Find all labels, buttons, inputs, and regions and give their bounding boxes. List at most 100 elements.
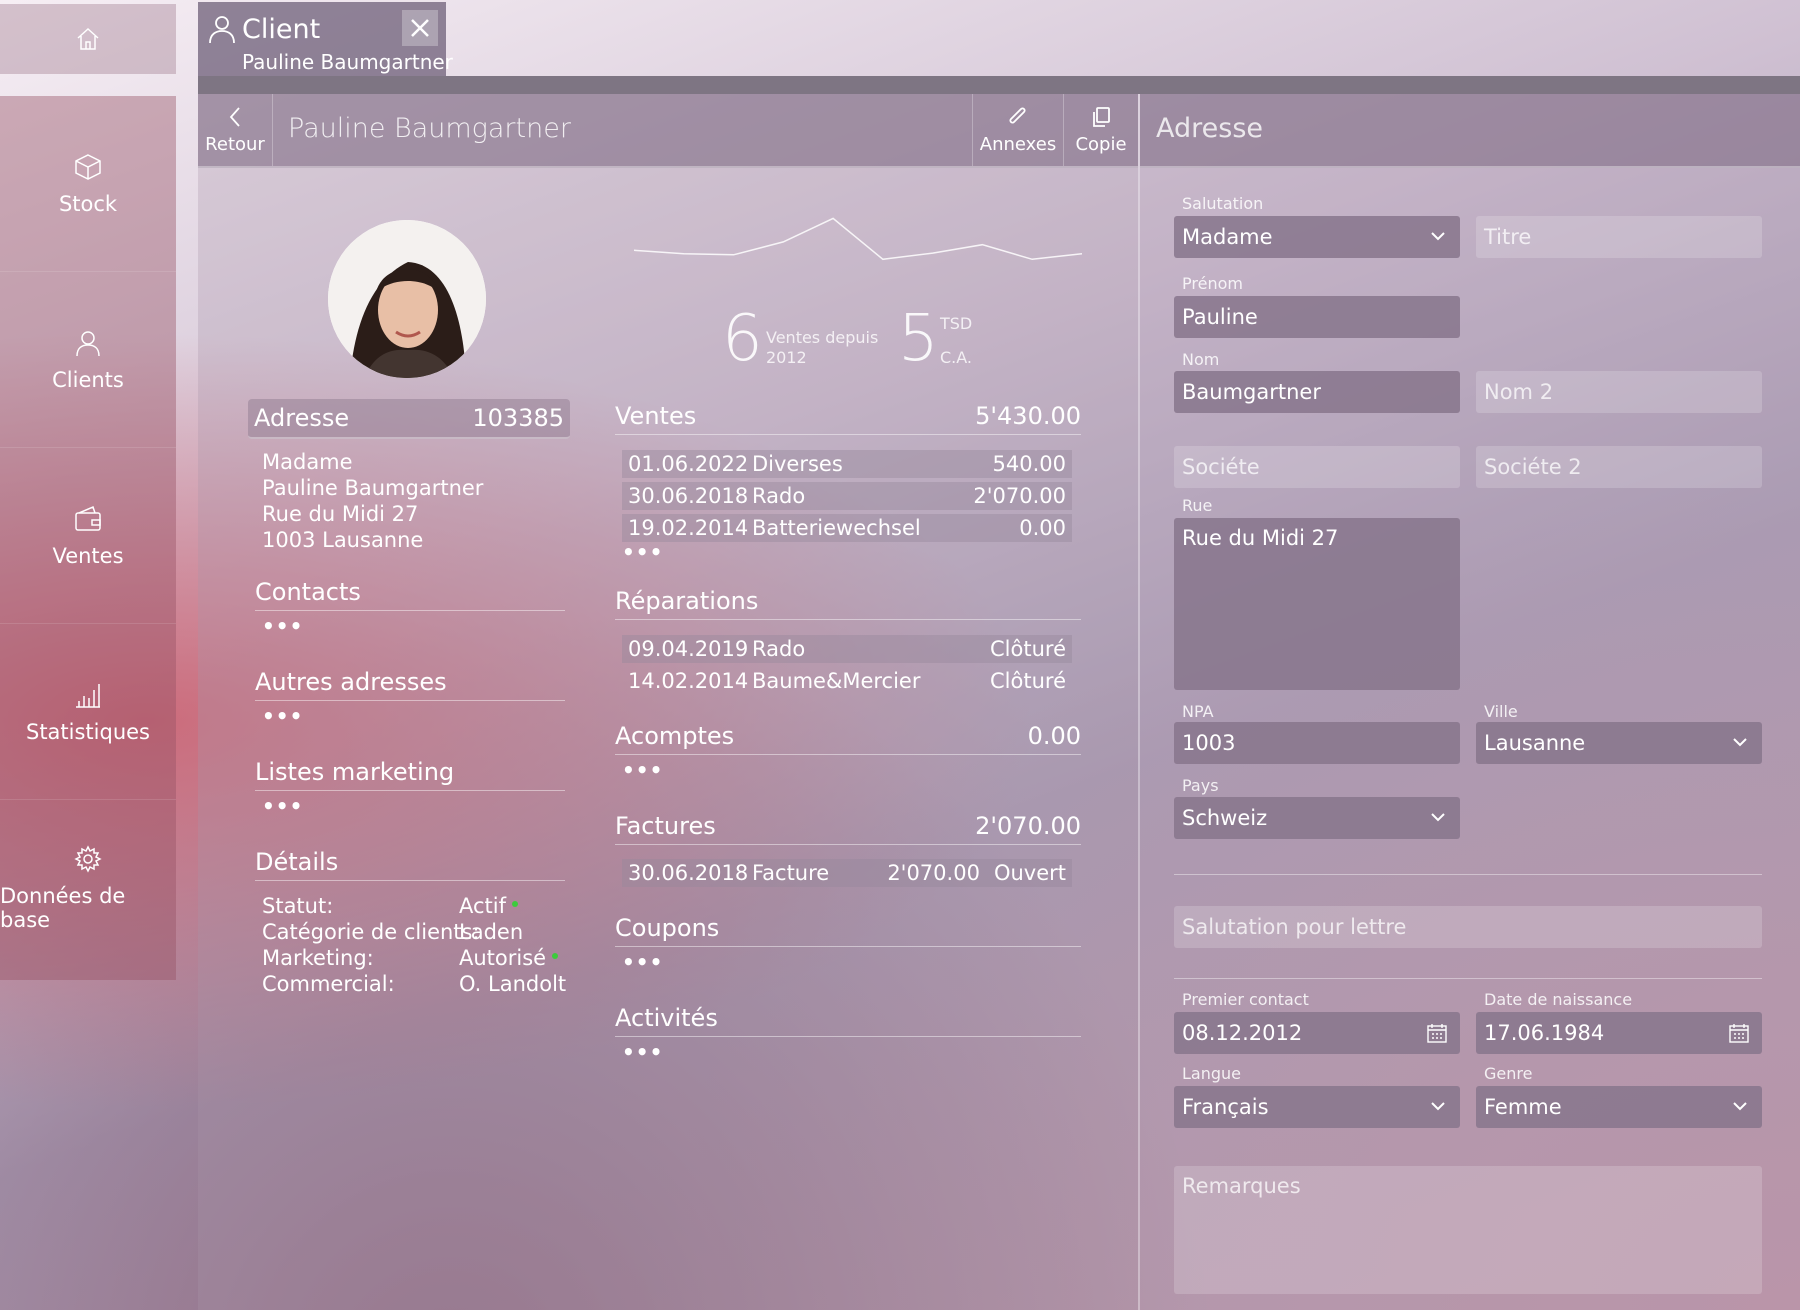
sidebar-item-label: Clients	[52, 367, 124, 392]
invoice-status: Ouvert	[993, 861, 1066, 885]
address-title: Adresse	[254, 404, 350, 432]
company2-field[interactable]: Sociéte 2	[1476, 446, 1762, 488]
repair-row[interactable]: 14.02.2014 Baume&Mercier Clôturé	[622, 667, 1072, 695]
sales-total: 5'430.00	[975, 402, 1081, 430]
sales-row[interactable]: 30.06.2018 Rado 2'070.00	[622, 482, 1072, 510]
activities-more-button[interactable]: •••	[622, 1040, 663, 1064]
kpi-revenue: 5	[898, 302, 939, 376]
deposits-total: 0.00	[1027, 722, 1081, 750]
coupons-more-button[interactable]: •••	[622, 950, 663, 974]
language-label: Langue	[1182, 1064, 1241, 1083]
country-select[interactable]: Schweiz	[1174, 797, 1460, 839]
calendar-icon[interactable]	[1426, 1022, 1448, 1044]
language-select[interactable]: Français	[1174, 1086, 1460, 1128]
coupons-section-title[interactable]: Coupons	[615, 914, 1081, 947]
repairs-section-title[interactable]: Réparations	[615, 587, 1081, 620]
sidebar-item-clients[interactable]: Clients	[0, 272, 176, 448]
title-field[interactable]: Titre	[1476, 216, 1762, 258]
sales-title: Ventes	[615, 402, 697, 430]
salutation-select[interactable]: Madame	[1174, 216, 1460, 258]
street-textarea[interactable]: Rue du Midi 27	[1174, 518, 1460, 690]
repair-description: Baume&Mercier	[752, 669, 921, 693]
lastname-field[interactable]: Baumgartner	[1174, 371, 1460, 413]
details-section-title: Détails	[255, 848, 565, 881]
back-label: Retour	[205, 133, 265, 155]
divider	[1174, 978, 1762, 979]
deposits-more-button[interactable]: •••	[622, 758, 663, 782]
activities-title: Activités	[615, 1004, 718, 1032]
repair-row[interactable]: 09.04.2019 Rado Clôturé	[622, 635, 1072, 663]
gender-label: Genre	[1484, 1064, 1533, 1083]
chevron-down-icon	[1431, 813, 1445, 822]
divider	[1174, 874, 1762, 875]
firstname-field[interactable]: Pauline	[1174, 296, 1460, 338]
country-value: Schweiz	[1182, 806, 1268, 830]
kpi-sales-label-2: 2012	[766, 348, 807, 367]
other-addresses-more-button[interactable]: •••	[262, 704, 303, 728]
form-header-title: Adresse	[1156, 113, 1263, 144]
first-contact-date-field[interactable]: 08.12.2012	[1174, 1012, 1460, 1054]
company2-placeholder: Sociéte 2	[1484, 455, 1582, 479]
activities-section-title[interactable]: Activités	[615, 1004, 1081, 1037]
bar-chart-icon	[76, 683, 100, 708]
contacts-more-button[interactable]: •••	[262, 614, 303, 638]
address-header[interactable]: Adresse 103385	[248, 399, 570, 439]
address-block: Madame Pauline Baumgartner Rue du Midi 2…	[262, 449, 483, 553]
sidebar-item-stock[interactable]: Stock	[0, 96, 176, 272]
kpi-sales-count: 6	[722, 302, 763, 376]
letter-salutation-field[interactable]: Salutation pour lettre	[1174, 906, 1762, 948]
first-contact-value: 08.12.2012	[1182, 1021, 1303, 1045]
birthdate-field[interactable]: 17.06.1984	[1476, 1012, 1762, 1054]
details-label: Détails	[255, 848, 339, 876]
contacts-section-title[interactable]: Contacts	[255, 578, 565, 611]
chevron-down-icon	[1733, 1102, 1747, 1111]
back-button[interactable]: Retour	[198, 94, 272, 166]
calendar-icon[interactable]	[1728, 1022, 1750, 1044]
other-addresses-section-title[interactable]: Autres adresses	[255, 668, 565, 701]
avatar	[328, 220, 486, 378]
sales-more-button[interactable]: •••	[622, 540, 663, 564]
marketing-lists-more-button[interactable]: •••	[262, 794, 303, 818]
invoice-amount: 2'070.00	[887, 861, 980, 885]
invoices-section-title[interactable]: Factures 2'070.00	[615, 812, 1081, 845]
sidebar-item-statistiques[interactable]: Statistiques	[0, 624, 176, 800]
invoice-row[interactable]: 30.06.2018 Facture 2'070.00 Ouvert	[622, 859, 1072, 887]
status-indicator	[552, 953, 559, 959]
sidebar-item-donnees-de-base[interactable]: Données de base	[0, 800, 176, 976]
close-tab-button[interactable]	[402, 10, 438, 46]
invoice-date: 30.06.2018	[628, 861, 749, 885]
address-form-panel: Adresse Salutation Madame Titre Prénom P…	[1138, 94, 1800, 1310]
zip-label: NPA	[1182, 702, 1214, 721]
sidebar-item-label: Données de base	[0, 884, 126, 932]
sales-description: Diverses	[752, 452, 843, 476]
toolbar-divider	[272, 94, 273, 166]
invoices-total: 2'070.00	[975, 812, 1081, 840]
birthdate-value: 17.06.1984	[1484, 1021, 1605, 1045]
home-button[interactable]	[0, 4, 176, 74]
marketing-lists-section-title[interactable]: Listes marketing	[255, 758, 565, 791]
sales-amount: 2'070.00	[973, 484, 1066, 508]
sidebar-item-ventes[interactable]: Ventes	[0, 448, 176, 624]
repair-date: 14.02.2014	[628, 669, 749, 693]
lastname2-field[interactable]: Nom 2	[1476, 371, 1762, 413]
copy-button[interactable]: Copie	[1064, 94, 1138, 166]
gender-select[interactable]: Femme	[1476, 1086, 1762, 1128]
detail-value: Laden	[459, 920, 524, 944]
chevron-left-icon	[229, 106, 240, 127]
deposits-section-title[interactable]: Acomptes 0.00	[615, 722, 1081, 755]
company-field[interactable]: Sociéte	[1174, 446, 1460, 488]
attachments-label: Annexes	[979, 133, 1057, 155]
remarks-textarea[interactable]: Remarques	[1174, 1166, 1762, 1294]
zip-field[interactable]: 1003	[1174, 722, 1460, 764]
repair-date: 09.04.2019	[628, 637, 749, 661]
sales-row[interactable]: 01.06.2022 Diverses 540.00	[622, 450, 1072, 478]
lastname-label: Nom	[1182, 350, 1220, 369]
sales-row[interactable]: 19.02.2014 Batteriewechsel 0.00	[622, 514, 1072, 542]
tab-title: Client	[242, 14, 321, 45]
box-icon	[75, 153, 101, 180]
city-select[interactable]: Lausanne	[1476, 722, 1762, 764]
client-tab[interactable]: Client Pauline Baumgartner	[198, 2, 453, 76]
kpi-sales-label: Ventes depuis 2012	[766, 328, 878, 368]
sales-section-title[interactable]: Ventes 5'430.00	[615, 402, 1081, 435]
attachments-button[interactable]: Annexes	[973, 94, 1063, 166]
